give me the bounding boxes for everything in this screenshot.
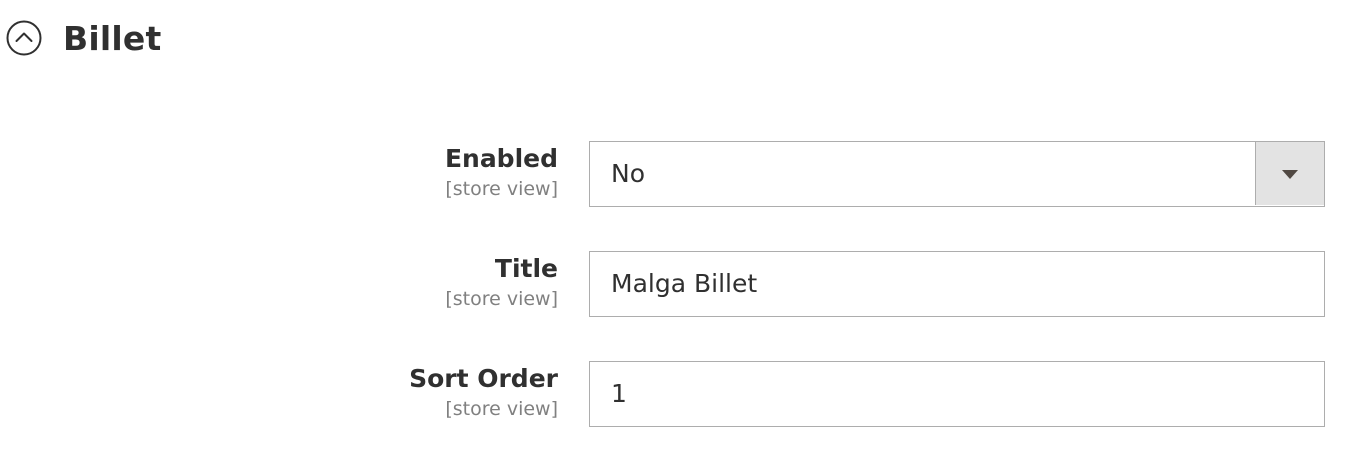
title-scope: [store view]	[445, 288, 558, 310]
title-input[interactable]: Malga Billet	[589, 251, 1325, 317]
title-label: Title	[494, 254, 558, 283]
sort-order-input-value: 1	[611, 379, 627, 408]
field-row-title: Title [store view] Malga Billet	[0, 251, 1360, 317]
enabled-scope: [store view]	[445, 178, 558, 200]
label-block-enabled: Enabled [store view]	[445, 141, 558, 201]
enabled-label: Enabled	[444, 144, 558, 173]
chevron-up-circle-icon[interactable]	[6, 20, 42, 56]
field-row-enabled: Enabled [store view] No	[0, 141, 1360, 207]
section-header-billet[interactable]: Billet	[6, 14, 161, 62]
caret-down-icon	[1282, 169, 1298, 179]
section-title: Billet	[63, 18, 162, 58]
sort-order-input[interactable]: 1	[589, 361, 1325, 427]
sort-order-label: Sort Order	[409, 364, 558, 393]
field-row-sort-order: Sort Order [store view] 1	[0, 361, 1360, 427]
label-block-sort-order: Sort Order [store view]	[409, 361, 558, 421]
title-input-value: Malga Billet	[611, 269, 758, 298]
enabled-select-toggle[interactable]	[1255, 142, 1324, 205]
enabled-select[interactable]: No	[589, 141, 1325, 207]
label-block-title: Title [store view]	[445, 251, 558, 311]
enabled-select-value: No	[611, 159, 645, 188]
sort-order-scope: [store view]	[445, 398, 558, 420]
